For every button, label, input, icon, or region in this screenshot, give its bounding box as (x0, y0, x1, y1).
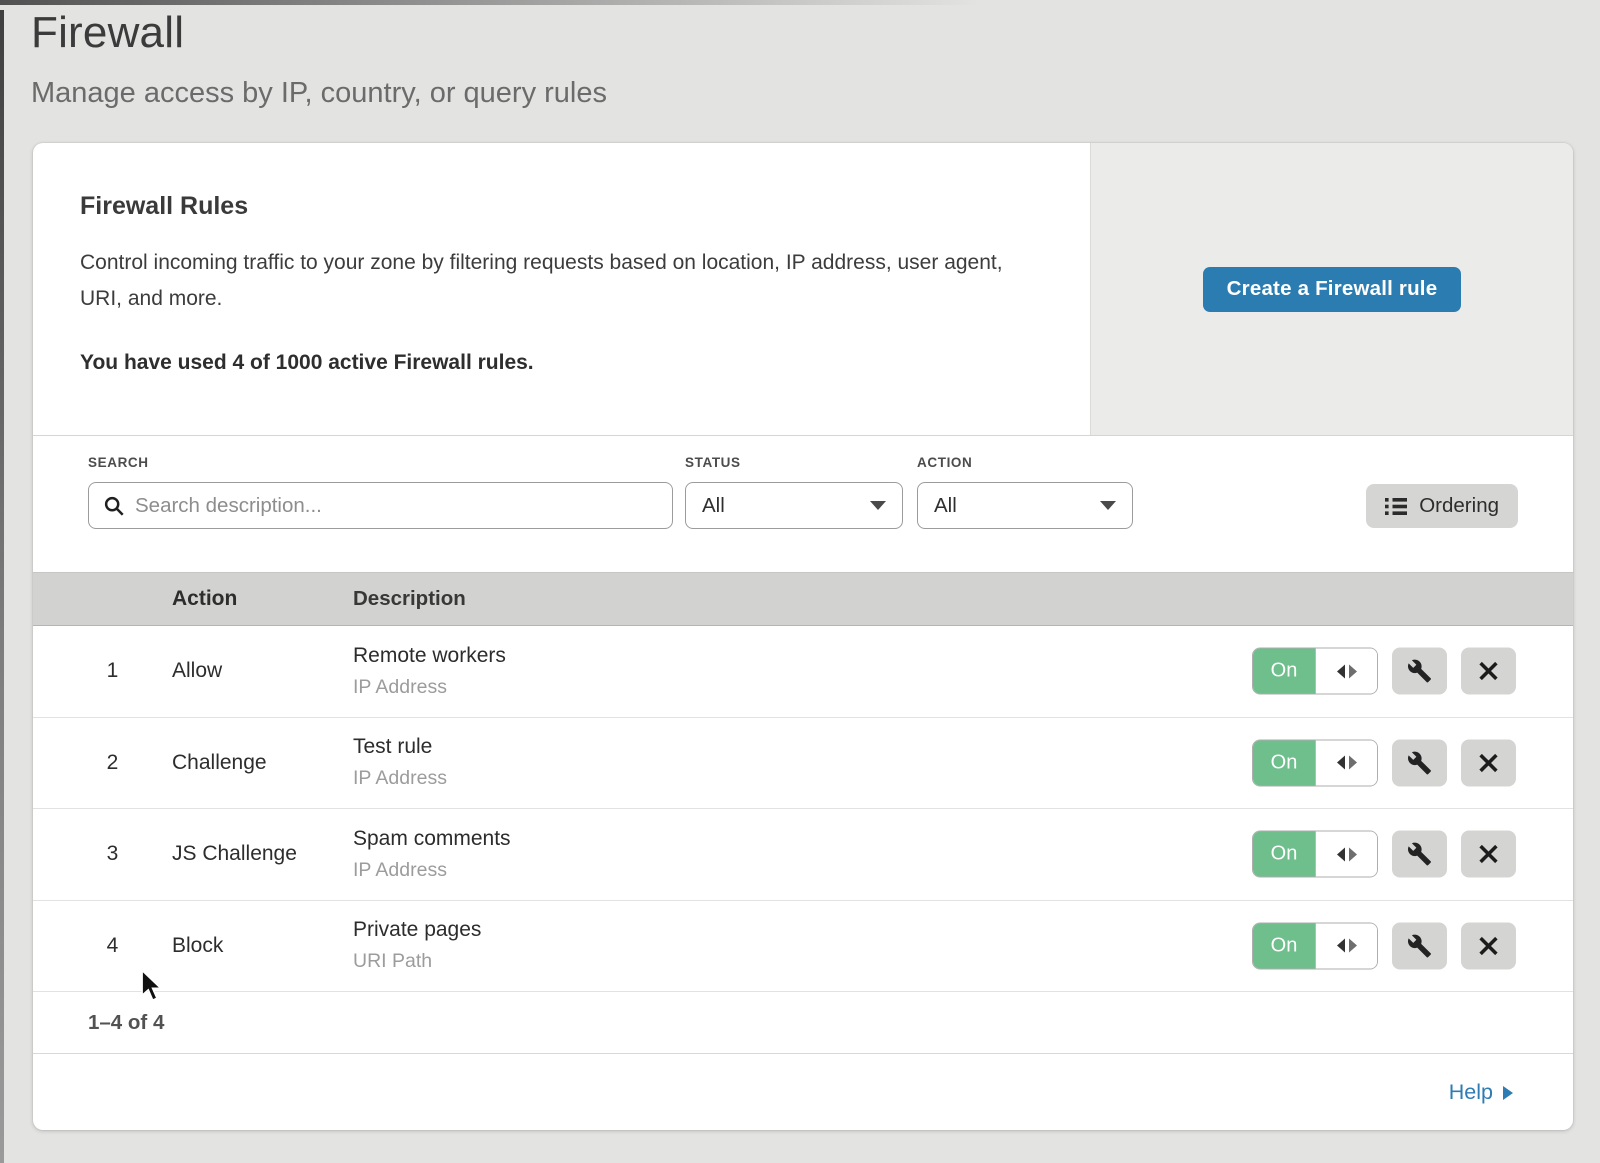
firewall-rules-card: Firewall Rules Control incoming traffic … (33, 143, 1573, 1130)
close-icon (1478, 844, 1499, 865)
wrench-icon (1407, 842, 1432, 867)
rule-controls: On (1252, 831, 1516, 878)
rule-controls: On (1252, 648, 1516, 695)
table-row: 2 Challenge Test rule IP Address On (33, 718, 1573, 810)
intro-text: Firewall Rules Control incoming traffic … (33, 143, 1090, 435)
rule-priority: 4 (33, 934, 172, 958)
rule-enabled-toggle[interactable]: On (1252, 648, 1378, 695)
firewall-page: Firewall Manage access by IP, country, o… (0, 0, 1600, 1163)
pagination-range: 1–4 of 4 (88, 1011, 164, 1035)
rule-priority: 2 (33, 751, 172, 775)
toggle-on-label: On (1253, 649, 1315, 694)
page-subtitle: Manage access by IP, country, or query r… (31, 77, 607, 110)
ordering-button-label: Ordering (1419, 494, 1499, 518)
edit-rule-button[interactable] (1392, 831, 1447, 878)
rule-controls: On (1252, 739, 1516, 786)
rule-priority: 3 (33, 842, 172, 866)
table-header: Action Description (33, 572, 1573, 626)
search-input[interactable] (135, 494, 658, 518)
pagination-bar: 1–4 of 4 (33, 992, 1573, 1054)
search-icon (103, 495, 125, 517)
toggle-arrows-icon (1315, 923, 1377, 968)
toggle-on-label: On (1253, 832, 1315, 877)
toggle-arrows-icon (1315, 832, 1377, 877)
close-icon (1478, 661, 1499, 682)
page-title: Firewall (31, 8, 607, 57)
delete-rule-button[interactable] (1461, 648, 1516, 695)
table-row: 3 JS Challenge Spam comments IP Address … (33, 809, 1573, 901)
rule-action: Allow (172, 659, 353, 683)
edit-rule-button[interactable] (1392, 739, 1447, 786)
action-selected-value: All (934, 494, 957, 518)
chevron-down-icon (870, 501, 886, 510)
window-edge-top (0, 0, 980, 5)
rule-priority: 1 (33, 659, 172, 683)
ordering-button[interactable]: Ordering (1366, 484, 1518, 528)
toggle-arrows-icon (1315, 740, 1377, 785)
window-edge-left (0, 10, 4, 1163)
help-link-label: Help (1449, 1080, 1493, 1105)
wrench-icon (1407, 659, 1432, 684)
toggle-on-label: On (1253, 923, 1315, 968)
edit-rule-button[interactable] (1392, 648, 1447, 695)
action-column-header: Action (172, 587, 353, 611)
rule-controls: On (1252, 922, 1516, 969)
table-row: 1 Allow Remote workers IP Address On (33, 626, 1573, 718)
rule-enabled-toggle[interactable]: On (1252, 739, 1378, 786)
chevron-down-icon (1100, 501, 1116, 510)
rule-action: Block (172, 934, 353, 958)
delete-rule-button[interactable] (1461, 922, 1516, 969)
table-row: 4 Block Private pages URI Path On (33, 901, 1573, 993)
section-heading: Firewall Rules (80, 191, 1040, 221)
page-header: Firewall Manage access by IP, country, o… (31, 8, 607, 110)
action-select[interactable]: All (917, 482, 1133, 529)
section-description: Control incoming traffic to your zone by… (80, 245, 1040, 317)
search-label: SEARCH (88, 455, 149, 470)
wrench-icon (1407, 933, 1432, 958)
intro-section: Firewall Rules Control incoming traffic … (33, 143, 1573, 436)
status-label: STATUS (685, 455, 741, 470)
rule-enabled-toggle[interactable]: On (1252, 922, 1378, 969)
wrench-icon (1407, 750, 1432, 775)
delete-rule-button[interactable] (1461, 739, 1516, 786)
rule-enabled-toggle[interactable]: On (1252, 831, 1378, 878)
search-input-wrapper[interactable] (88, 482, 673, 529)
description-column-header: Description (353, 587, 1573, 611)
intro-action-panel: Create a Firewall rule (1090, 143, 1573, 435)
rule-action: Challenge (172, 751, 353, 775)
status-selected-value: All (702, 494, 725, 518)
toggle-arrows-icon (1315, 649, 1377, 694)
rule-action: JS Challenge (172, 842, 353, 866)
close-icon (1478, 752, 1499, 773)
create-firewall-rule-button[interactable]: Create a Firewall rule (1203, 267, 1462, 312)
delete-rule-button[interactable] (1461, 831, 1516, 878)
ordered-list-icon (1385, 497, 1407, 516)
arrow-right-icon (1503, 1086, 1513, 1100)
status-select[interactable]: All (685, 482, 903, 529)
usage-summary: You have used 4 of 1000 active Firewall … (80, 351, 1040, 375)
card-footer: Help (33, 1054, 1573, 1130)
action-label: ACTION (917, 455, 972, 470)
help-link[interactable]: Help (1449, 1080, 1513, 1105)
rules-table-body: 1 Allow Remote workers IP Address On (33, 626, 1573, 992)
close-icon (1478, 935, 1499, 956)
toggle-on-label: On (1253, 740, 1315, 785)
filters-bar: SEARCH STATUS All ACTION All (33, 436, 1573, 572)
edit-rule-button[interactable] (1392, 922, 1447, 969)
